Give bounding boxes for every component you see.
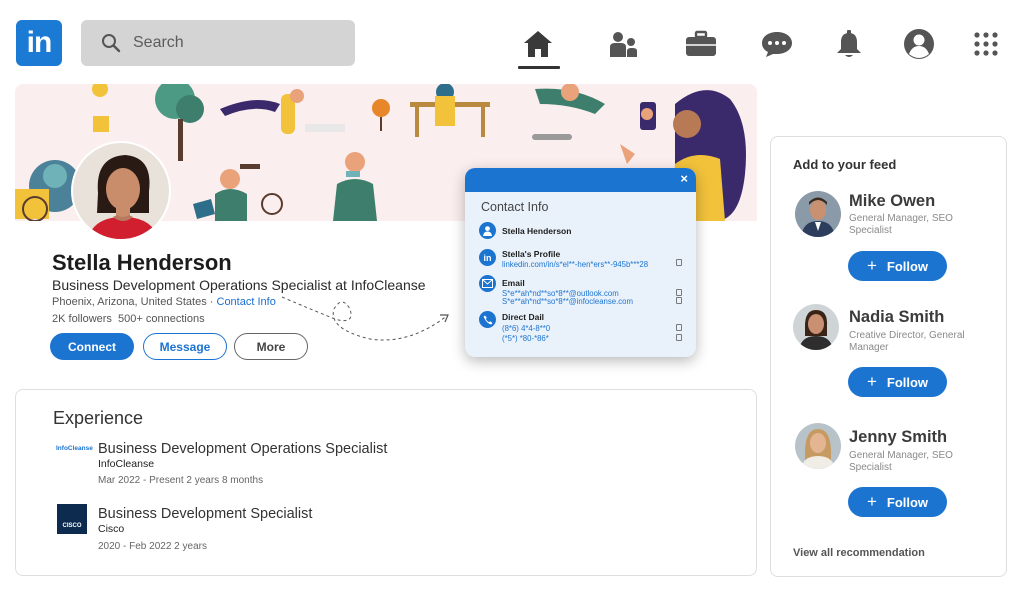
- profile-label: Stella's Profile: [502, 249, 561, 259]
- nav-network[interactable]: [603, 24, 643, 64]
- experience-company[interactable]: Cisco: [98, 523, 124, 535]
- profile-location: Phoenix, Arizona, United States: [52, 296, 207, 308]
- followers-count[interactable]: 2K followers: [52, 313, 112, 325]
- active-tab-indicator: [518, 66, 560, 69]
- person-icon: [479, 222, 496, 239]
- home-icon: [524, 31, 552, 57]
- dashed-arrow: [281, 296, 449, 341]
- copy-icon[interactable]: [676, 324, 682, 331]
- person-name[interactable]: Nadia Smith: [849, 308, 944, 327]
- view-all-recommendations-link[interactable]: View all recommendation: [793, 547, 925, 559]
- phone-icon: [479, 311, 496, 328]
- profile-stats: 2K followers 500+ connections: [52, 313, 205, 325]
- profile-icon: [904, 29, 934, 59]
- follow-label: Follow: [886, 258, 929, 274]
- feed-title: Add to your feed: [793, 157, 897, 172]
- email-icon: [479, 275, 496, 292]
- profile-avatar[interactable]: [71, 141, 171, 241]
- follow-button[interactable]: + Follow: [848, 367, 947, 397]
- experience-company[interactable]: InfoCleanse: [98, 458, 154, 470]
- follow-label: Follow: [886, 374, 929, 390]
- people-icon: [610, 32, 637, 57]
- person-name[interactable]: Jenny Smith: [849, 428, 947, 447]
- avatar[interactable]: [795, 191, 841, 237]
- phone-value[interactable]: (8*6) 4*4-8**0: [502, 324, 550, 333]
- nav-jobs[interactable]: [681, 24, 721, 64]
- plus-icon: +: [866, 256, 877, 275]
- person-title: General Manager, SEO Specialist: [849, 213, 953, 236]
- close-icon[interactable]: ×: [680, 171, 688, 186]
- profile-url[interactable]: linkedin.com/in/s*el**-hen*ers**-945b***…: [502, 260, 648, 269]
- search-icon: [102, 34, 121, 53]
- grid-icon: [974, 32, 998, 56]
- nav-home[interactable]: [518, 24, 558, 64]
- linkedin-icon: in: [479, 249, 496, 266]
- copy-icon[interactable]: [676, 334, 682, 341]
- popup-header: ×: [465, 168, 696, 192]
- experience-card: Experience InfoCleanse Business Developm…: [15, 389, 757, 576]
- linkedin-logo[interactable]: in: [16, 20, 62, 66]
- phone-value[interactable]: (*5*) *80-*86*: [502, 334, 549, 343]
- messages-icon: [762, 32, 792, 57]
- experience-title: Experience: [53, 408, 144, 428]
- contact-info-link[interactable]: Contact Info: [217, 296, 276, 308]
- person-title: General Manager, SEO Specialist: [849, 450, 953, 473]
- follow-button[interactable]: + Follow: [848, 251, 947, 281]
- connections-count[interactable]: 500+ connections: [118, 313, 205, 325]
- email-value[interactable]: S*e**ah*nd**so*8**@infocleanse.com: [502, 297, 633, 306]
- nav-messaging[interactable]: [757, 24, 797, 64]
- experience-role[interactable]: Business Development Operations Speciali…: [98, 441, 387, 457]
- profile-photo: [73, 143, 169, 239]
- experience-dates: Mar 2022 - Present 2 years 8 months: [98, 475, 264, 486]
- person-name[interactable]: Mike Owen: [849, 192, 935, 211]
- profile-location-line: Phoenix, Arizona, United States · Contac…: [52, 296, 276, 308]
- experience-role[interactable]: Business Development Specialist: [98, 506, 312, 522]
- copy-icon[interactable]: [676, 259, 682, 266]
- add-to-feed-card: Add to your feed Mike Owen General Manag…: [770, 136, 1007, 577]
- location-separator: ·: [206, 296, 217, 308]
- contact-info-popup: × Contact Info Stella Henderson in Stell…: [465, 168, 696, 357]
- message-button[interactable]: Message: [143, 333, 227, 360]
- avatar[interactable]: [793, 304, 839, 350]
- copy-icon[interactable]: [676, 297, 682, 304]
- bell-icon: [837, 30, 861, 57]
- search-input[interactable]: [133, 34, 333, 52]
- cisco-logo-text: CISCO: [62, 523, 82, 529]
- search-bar[interactable]: [81, 20, 355, 66]
- email-label: Email: [502, 278, 525, 288]
- follow-label: Follow: [886, 494, 929, 510]
- nav-notifications[interactable]: [829, 24, 869, 64]
- phone-label: Direct Dail: [502, 312, 545, 322]
- connect-button[interactable]: Connect: [50, 333, 134, 360]
- follow-button[interactable]: + Follow: [848, 487, 947, 517]
- popup-title: Contact Info: [481, 200, 549, 214]
- person-title: Creative Director, General Manager: [849, 330, 965, 353]
- profile-name: Stella Henderson: [52, 250, 232, 275]
- nav-me[interactable]: [899, 24, 939, 64]
- contact-name: Stella Henderson: [502, 226, 572, 236]
- briefcase-icon: [686, 30, 716, 56]
- cisco-logo[interactable]: CISCO: [57, 504, 87, 534]
- avatar[interactable]: [795, 423, 841, 469]
- copy-icon[interactable]: [676, 289, 682, 296]
- plus-icon: +: [866, 372, 877, 391]
- plus-icon: +: [866, 492, 877, 511]
- infocleanse-logo[interactable]: InfoCleanse: [56, 445, 93, 452]
- experience-dates: 2020 - Feb 2022 2 years: [98, 541, 207, 552]
- nav-apps[interactable]: [966, 24, 1006, 64]
